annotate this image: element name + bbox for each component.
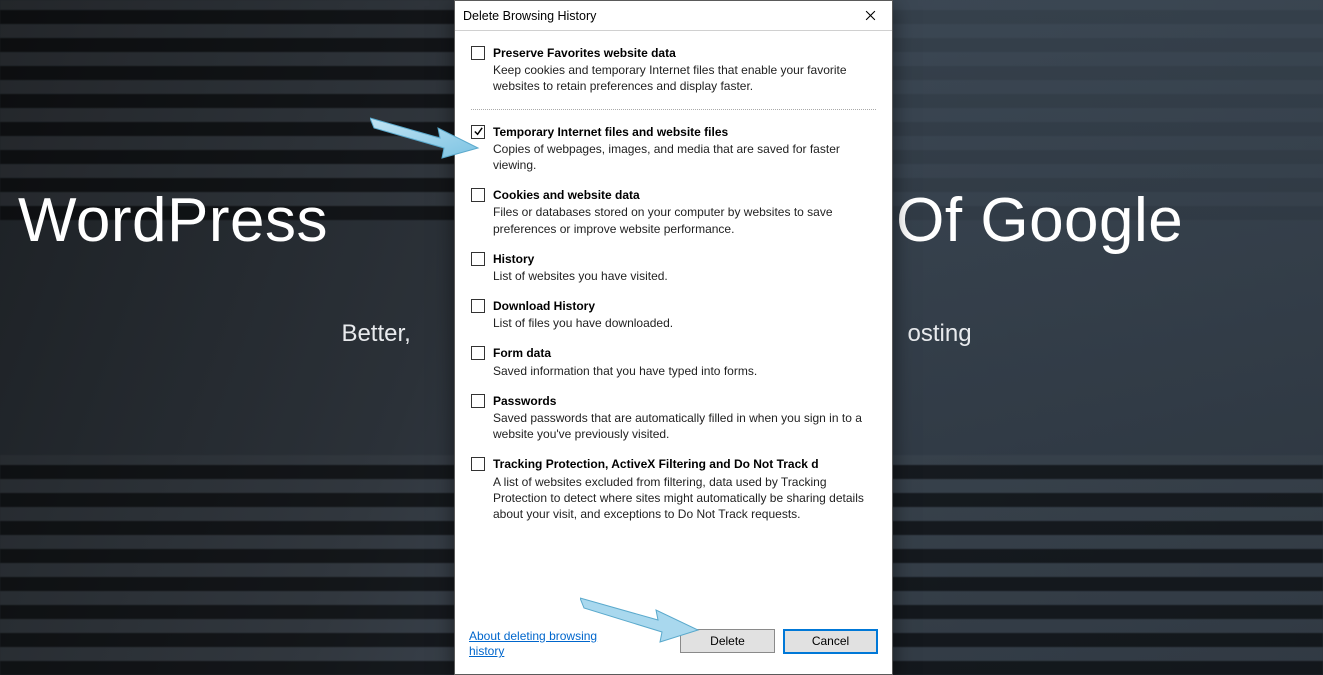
- bg-title-left: WordPress: [18, 186, 328, 255]
- option-form-data: Form data Saved information that you hav…: [471, 345, 876, 378]
- close-icon: [865, 10, 876, 21]
- checkbox-history[interactable]: [471, 252, 485, 266]
- checkbox-preserve-favorites[interactable]: [471, 46, 485, 60]
- option-desc: Saved passwords that are automatically f…: [493, 410, 874, 442]
- option-label: History: [493, 251, 874, 267]
- option-label: Tracking Protection, ActiveX Filtering a…: [493, 456, 874, 472]
- bg-sub-left: Better,: [341, 320, 410, 348]
- option-desc: A list of websites excluded from filteri…: [493, 474, 874, 523]
- option-label: Download History: [493, 298, 874, 314]
- option-desc: Copies of webpages, images, and media th…: [493, 141, 874, 173]
- dialog-footer: About deleting browsing history Delete C…: [455, 623, 892, 674]
- option-desc: List of websites you have visited.: [493, 268, 874, 284]
- option-label: Preserve Favorites website data: [493, 45, 874, 61]
- dialog-title: Delete Browsing History: [463, 9, 848, 23]
- bg-title-right: d Of Google: [843, 186, 1183, 255]
- option-preserve-favorites: Preserve Favorites website data Keep coo…: [471, 45, 876, 95]
- option-desc: List of files you have downloaded.: [493, 315, 874, 331]
- delete-browsing-history-dialog: Delete Browsing History Preserve Favorit…: [454, 0, 893, 675]
- option-desc: Files or databases stored on your comput…: [493, 204, 874, 236]
- checkbox-tracking-protection[interactable]: [471, 457, 485, 471]
- dialog-titlebar[interactable]: Delete Browsing History: [455, 1, 892, 31]
- about-deleting-history-link[interactable]: About deleting browsing history: [469, 629, 609, 660]
- checkbox-cookies[interactable]: [471, 188, 485, 202]
- option-label: Temporary Internet files and website fil…: [493, 124, 874, 140]
- option-label: Passwords: [493, 393, 874, 409]
- checkbox-temporary-internet-files[interactable]: [471, 125, 485, 139]
- option-desc: Keep cookies and temporary Internet file…: [493, 62, 874, 94]
- option-passwords: Passwords Saved passwords that are autom…: [471, 393, 876, 443]
- checkbox-passwords[interactable]: [471, 394, 485, 408]
- option-tracking-protection: Tracking Protection, ActiveX Filtering a…: [471, 456, 876, 522]
- option-desc: Saved information that you have typed in…: [493, 363, 874, 379]
- cancel-button[interactable]: Cancel: [783, 629, 878, 654]
- option-history: History List of websites you have visite…: [471, 251, 876, 284]
- option-cookies: Cookies and website data Files or databa…: [471, 187, 876, 237]
- delete-button[interactable]: Delete: [680, 629, 775, 653]
- checkbox-form-data[interactable]: [471, 346, 485, 360]
- bg-sub-right: osting: [908, 320, 972, 348]
- option-temporary-internet-files: Temporary Internet files and website fil…: [471, 109, 876, 174]
- checkbox-download-history[interactable]: [471, 299, 485, 313]
- dialog-content: Preserve Favorites website data Keep coo…: [455, 31, 892, 623]
- option-label: Form data: [493, 345, 874, 361]
- option-download-history: Download History List of files you have …: [471, 298, 876, 331]
- option-label: Cookies and website data: [493, 187, 874, 203]
- close-button[interactable]: [848, 1, 892, 30]
